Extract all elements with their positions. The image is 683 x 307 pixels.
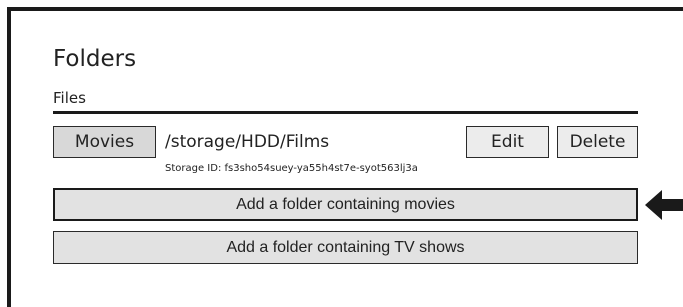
folder-path: /storage/HDD/Films: [165, 132, 330, 152]
add-movies-folder-button[interactable]: Add a folder containing movies: [53, 188, 638, 221]
folder-category-button[interactable]: Movies: [53, 126, 156, 158]
delete-button[interactable]: Delete: [557, 126, 638, 158]
arrow-left-icon: [645, 190, 683, 220]
edit-button[interactable]: Edit: [466, 126, 549, 158]
storage-id-label: Storage ID: fs3sho54suey-ya55h4st7e-syot…: [165, 163, 418, 174]
add-tv-folder-button[interactable]: Add a folder containing TV shows: [53, 231, 638, 264]
section-subtitle: Files: [53, 89, 86, 107]
section-divider: [53, 111, 638, 114]
page-title: Folders: [53, 46, 137, 72]
